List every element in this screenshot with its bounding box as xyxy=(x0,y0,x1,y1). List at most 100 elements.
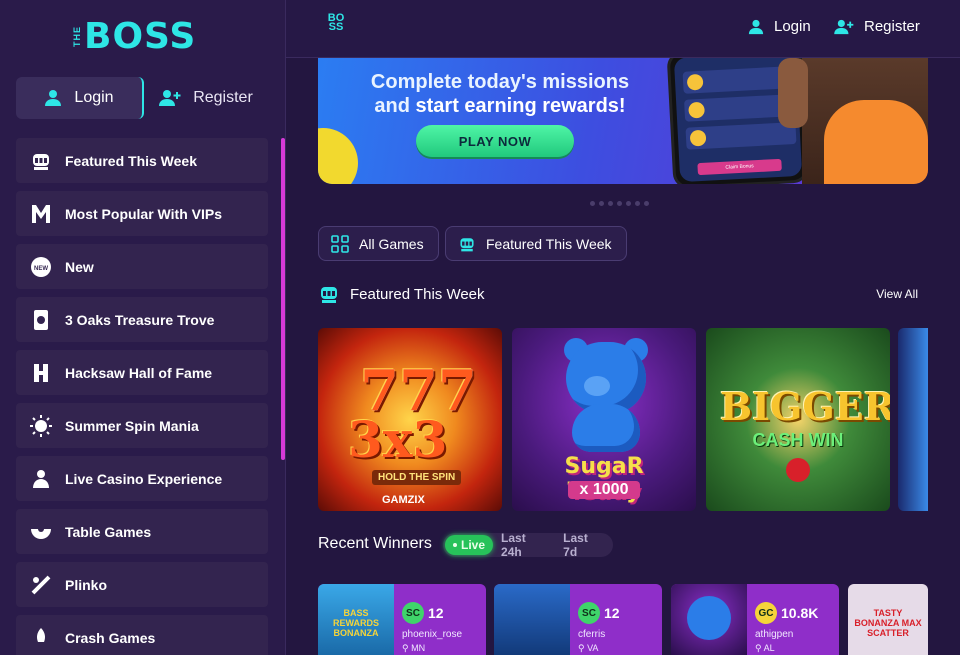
winners-tabs: Live Last 24h Last 7d xyxy=(443,531,613,559)
banner-line1: Complete today's missions xyxy=(370,71,630,93)
winner-state: MN xyxy=(411,643,426,653)
bear-illustration xyxy=(556,338,656,452)
recent-winners-title: Recent Winners xyxy=(318,535,432,552)
game-card-partial[interactable] xyxy=(898,328,928,511)
sidebar-item-label: Featured This Week xyxy=(65,152,198,169)
sidebar-item-summer-spin[interactable]: Summer Spin Mania xyxy=(16,403,268,448)
currency-badge: SC xyxy=(578,602,600,624)
tab-live[interactable]: Live xyxy=(445,535,494,555)
user-plus-icon xyxy=(159,90,181,106)
banner-line2-prefix: and xyxy=(374,95,416,117)
sidebar-item-3-oaks[interactable]: 3 Oaks Treasure Trove xyxy=(16,297,268,342)
sidebar-register-button[interactable]: Register xyxy=(144,77,268,119)
sidebar-item-label: 3 Oaks Treasure Trove xyxy=(65,311,215,328)
phone-claim-label: Claim Bonus xyxy=(697,158,782,176)
winner-username: cferris xyxy=(578,629,606,640)
small-logo[interactable]: BO SS xyxy=(322,13,350,44)
win-amount: 10.8K xyxy=(781,605,819,621)
game-title-line2: CASH WIN xyxy=(752,430,844,450)
winner-location: ⚲ MN xyxy=(402,643,426,653)
game-subtitle: HOLD THE SPIN xyxy=(372,470,462,485)
tab-last-24h[interactable]: Last 24h xyxy=(493,531,555,559)
user-plus-icon xyxy=(834,19,854,34)
sidebar-item-label: Live Casino Experience xyxy=(65,470,223,487)
winner-location: ⚲ VA xyxy=(578,643,599,653)
winner-location: ⚲ AL xyxy=(755,643,775,653)
sidebar-login-button[interactable]: Login xyxy=(16,77,144,119)
winner-card[interactable]: SC 12 cferris ⚲ VA xyxy=(494,584,662,655)
winner-username: athigpen xyxy=(755,629,794,640)
sidebar-register-label: Register xyxy=(193,89,253,106)
person-illustration xyxy=(778,58,928,184)
filter-featured[interactable]: Featured This Week xyxy=(445,226,627,261)
game-title-line2: 3x3 xyxy=(348,410,448,469)
game-card[interactable]: 777 3x3 HOLD THE SPIN GAMZIX xyxy=(318,328,502,511)
promo-banner[interactable]: Complete today's missions and start earn… xyxy=(318,58,928,184)
topbar-register-label: Register xyxy=(864,18,920,35)
sidebar-login-label: Login xyxy=(74,89,114,106)
sidebar-item-label: New xyxy=(65,258,94,275)
slot-machine-icon xyxy=(321,287,337,303)
sidebar-item-label: Crash Games xyxy=(65,629,156,646)
new-badge-icon: NEW xyxy=(30,256,52,278)
sidebar-item-vips[interactable]: Most Popular With VIPs xyxy=(16,191,268,236)
sidebar-item-live-casino[interactable]: Live Casino Experience xyxy=(16,456,268,501)
winner-card[interactable]: BASS REWARDS BONANZA SC 12 phoenix_rose … xyxy=(318,584,486,655)
dealer-icon xyxy=(30,468,52,490)
sidebar-item-label: Most Popular With VIPs xyxy=(65,205,222,222)
game-title-line1: BIGGER xyxy=(720,384,890,429)
sidebar-item-label: Table Games xyxy=(65,523,152,540)
sidebar-item-hacksaw[interactable]: Hacksaw Hall of Fame xyxy=(16,350,268,395)
sidebar-item-new[interactable]: NEW New xyxy=(16,244,268,289)
logo-boss: BOSS xyxy=(84,15,197,57)
sidebar-item-label: Hacksaw Hall of Fame xyxy=(65,364,213,381)
banner-headline: Complete today's missions and start earn… xyxy=(360,70,640,118)
sidebar-item-plinko[interactable]: Plinko xyxy=(16,562,268,607)
cherry-illustration xyxy=(786,458,810,482)
user-icon xyxy=(748,19,764,34)
topbar: BO SS Login Register xyxy=(286,0,960,58)
svg-text:NEW: NEW xyxy=(34,266,48,272)
game-thumbnail: BASS REWARDS BONANZA xyxy=(318,584,394,655)
sidebar: THE BOSS Login Register Featured This We… xyxy=(0,0,286,655)
game-provider: GAMZIX xyxy=(382,494,425,506)
sidebar-auth: Login Register xyxy=(16,77,268,119)
win-amount: 12 xyxy=(604,605,620,621)
win-amount: 12 xyxy=(428,605,444,621)
thumb-title: TASTY BONANZA MAX SCATTER xyxy=(854,608,922,638)
category-nav: Featured This Week Most Popular With VIP… xyxy=(16,138,268,655)
sidebar-item-featured[interactable]: Featured This Week xyxy=(16,138,268,183)
currency-badge: GC xyxy=(755,602,777,624)
topbar-register-button[interactable]: Register xyxy=(834,18,920,35)
banner-line2: and start earning rewards! xyxy=(360,94,640,118)
view-all-link[interactable]: View All xyxy=(876,287,918,301)
m-letter-icon xyxy=(30,203,52,225)
carousel-dots[interactable] xyxy=(590,201,649,206)
sidebar-item-table-games[interactable]: Table Games xyxy=(16,509,268,554)
winner-username: phoenix_rose xyxy=(402,629,463,640)
filter-label: All Games xyxy=(359,235,424,252)
user-icon xyxy=(45,90,62,106)
game-card[interactable]: BIGGER CASH WIN xyxy=(706,328,890,511)
brand-logo[interactable]: THE BOSS xyxy=(72,14,196,58)
game-multiplier: x 1000 xyxy=(568,481,640,499)
game-thumbnail xyxy=(671,584,747,655)
sidebar-item-crash-games[interactable]: Crash Games xyxy=(16,615,268,655)
play-now-button[interactable]: PLAY NOW xyxy=(416,125,574,157)
winner-state: AL xyxy=(763,643,775,653)
section-title: Featured This Week xyxy=(350,285,485,303)
filter-all-games[interactable]: All Games xyxy=(318,226,439,261)
banner-decoration xyxy=(318,128,358,184)
winner-card[interactable]: GC 10.8K athigpen ⚲ AL xyxy=(671,584,839,655)
topbar-login-button[interactable]: Login xyxy=(748,18,811,35)
game-card[interactable]: SugaR Teddy x 1000 xyxy=(512,328,696,511)
tab-last-7d[interactable]: Last 7d xyxy=(555,531,611,559)
sidebar-scrollbar[interactable] xyxy=(281,138,285,460)
small-logo-bottom: SS xyxy=(328,21,344,33)
winner-card-partial[interactable]: TASTY BONANZA MAX SCATTER xyxy=(848,584,928,655)
thumb-title: BASS REWARDS BONANZA xyxy=(332,608,379,638)
logo-the: THE xyxy=(72,25,82,47)
hacksaw-icon xyxy=(30,362,52,384)
currency-badge: SC xyxy=(402,602,424,624)
sidebar-item-label: Summer Spin Mania xyxy=(65,417,199,434)
